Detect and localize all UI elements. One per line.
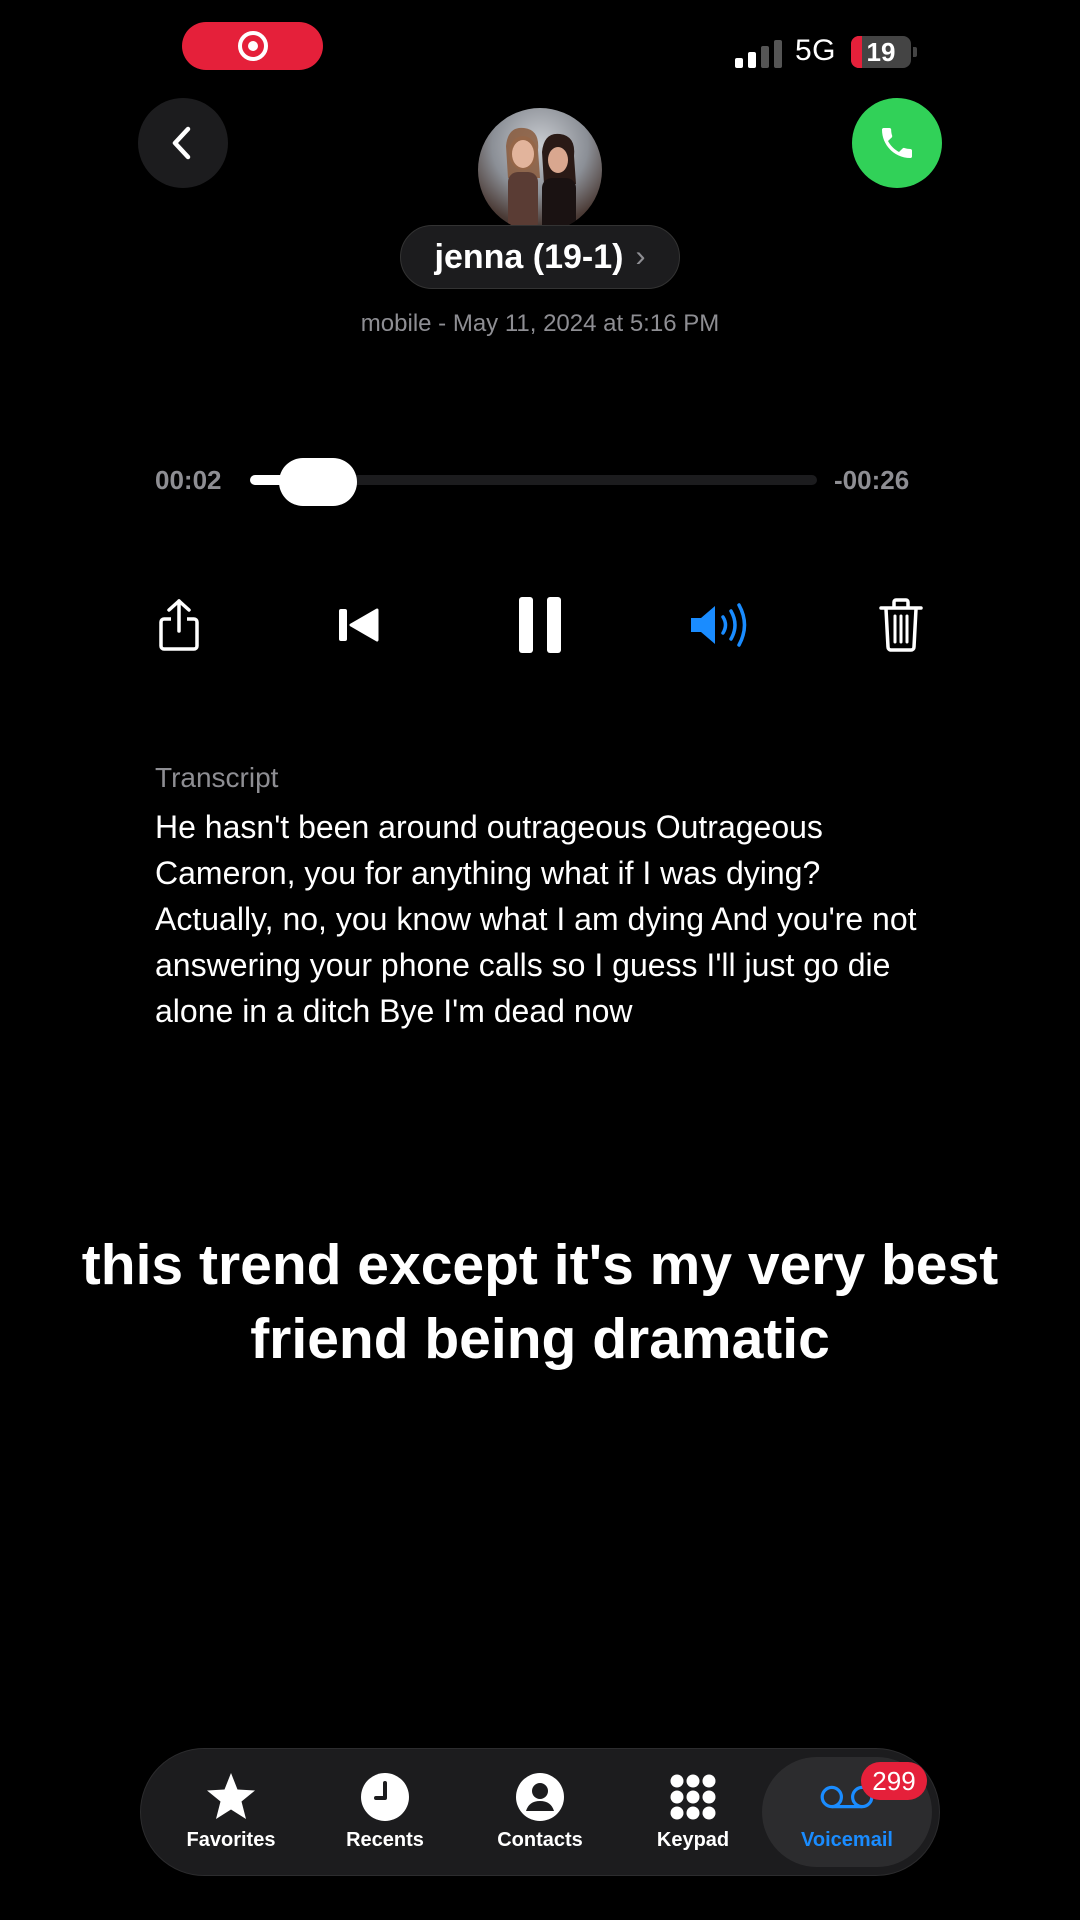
scrubber-handle[interactable] <box>278 458 357 506</box>
back-button[interactable] <box>138 98 228 188</box>
tab-recents[interactable]: Recents <box>310 1762 460 1862</box>
tab-label: Recents <box>346 1829 424 1851</box>
skip-back-button[interactable] <box>324 590 394 660</box>
tab-label: Keypad <box>656 1829 730 1851</box>
tab-label: Favorites <box>186 1829 276 1851</box>
star-icon <box>203 1769 259 1825</box>
tab-favorites[interactable]: Favorites <box>156 1762 306 1862</box>
tab-label: Contacts <box>497 1829 583 1851</box>
contact-name-button[interactable]: jenna (19-1) › <box>400 225 680 289</box>
signal-bar <box>774 40 782 68</box>
share-icon <box>159 599 199 651</box>
transcript-heading: Transcript <box>155 762 279 793</box>
chevron-left-icon <box>172 126 191 160</box>
screen-record-icon <box>237 31 268 61</box>
delete-button[interactable] <box>866 590 936 660</box>
call-button[interactable] <box>852 98 942 188</box>
contact-photo <box>506 127 576 232</box>
battery-indicator: 19 <box>851 36 911 68</box>
phone-icon <box>882 128 912 158</box>
remaining-time: -00:26 <box>834 465 910 495</box>
tab-keypad[interactable]: Keypad <box>618 1762 768 1862</box>
signal-bar <box>761 46 769 68</box>
chevron-right-icon: › <box>635 240 646 273</box>
signal-bar <box>748 52 756 68</box>
video-caption: this trend except it's my very best frie… <box>81 1233 999 1371</box>
contact-name: jenna (19-1) <box>434 237 624 276</box>
keypad-icon <box>665 1769 721 1825</box>
clock-icon <box>357 1769 413 1825</box>
contact-avatar <box>478 108 602 232</box>
transcript-body: He hasn't been around outrageous Outrage… <box>155 809 917 1029</box>
person-icon <box>512 1769 568 1825</box>
skip-back-icon <box>339 608 379 642</box>
share-button[interactable] <box>144 590 214 660</box>
signal-bar <box>735 58 743 68</box>
trash-icon <box>879 598 923 652</box>
battery-level-fill <box>851 36 863 68</box>
tab-contacts[interactable]: Contacts <box>465 1762 615 1862</box>
tab-label: Voicemail <box>801 1829 893 1851</box>
speaker-button[interactable] <box>685 590 755 660</box>
cellular-signal-icon <box>735 40 782 68</box>
pause-icon <box>519 597 561 653</box>
call-details: mobile - May 11, 2024 at 5:16 PM <box>360 310 720 337</box>
screen-recording-indicator[interactable] <box>182 22 323 70</box>
battery-tip <box>913 47 917 57</box>
battery-level-text: 19 <box>866 36 896 67</box>
pause-button[interactable] <box>505 590 575 660</box>
speaker-icon <box>691 603 747 647</box>
network-type: 5G <box>795 34 837 67</box>
elapsed-time: 00:02 <box>155 465 222 495</box>
voicemail-count-badge: 299 <box>861 1762 927 1800</box>
